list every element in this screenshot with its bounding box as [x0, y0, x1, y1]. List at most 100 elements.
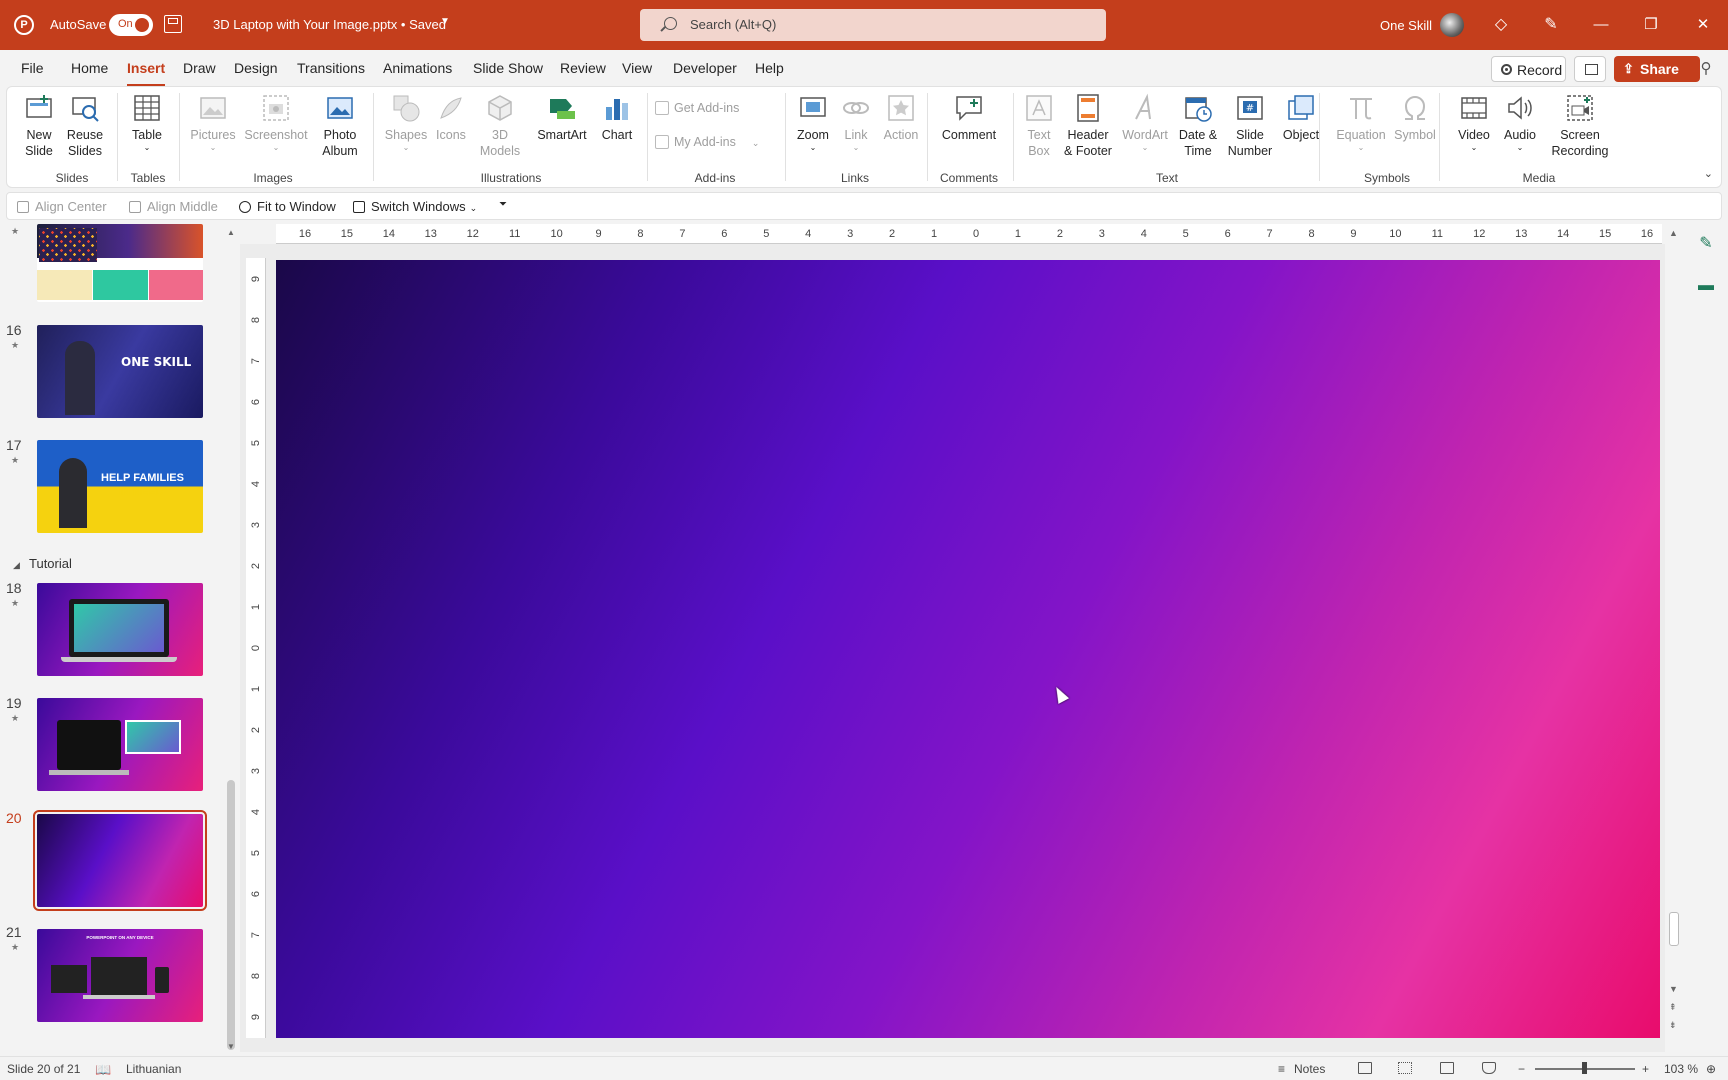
slide-scrollbar[interactable]: ▲ ▼ ⇞ ⇟	[1665, 224, 1683, 1056]
slide-thumbnail-19[interactable]	[37, 698, 203, 791]
pen-icon[interactable]: ✎	[1540, 14, 1562, 36]
thumbnail-scrollbar[interactable]: ▲ ▼	[224, 224, 238, 1056]
screenshot-button[interactable]: Screenshot ⌄	[243, 91, 309, 153]
tab-help[interactable]: Help	[755, 60, 784, 76]
save-icon[interactable]	[164, 15, 182, 33]
scrollbar-thumb[interactable]	[1669, 912, 1679, 946]
align-middle-button[interactable]: Align Middle	[129, 199, 218, 214]
zoom-slider-thumb[interactable]	[1582, 1062, 1587, 1074]
text-box-label-2: Box	[1028, 144, 1050, 158]
restore-button[interactable]: ❐	[1636, 12, 1666, 38]
share-button[interactable]: ⇪ Share	[1614, 56, 1700, 82]
symbol-button[interactable]: Symbol	[1391, 91, 1439, 143]
comment-button[interactable]: Comment	[935, 91, 1003, 143]
tab-home[interactable]: Home	[71, 60, 108, 76]
shapes-button[interactable]: Shapes ⌄	[383, 91, 429, 153]
slide-thumbnail-16[interactable]: ONE SKILL	[37, 325, 203, 418]
zoom-level[interactable]: 103 %	[1664, 1062, 1698, 1076]
slide-number-button[interactable]: # Slide Number	[1225, 91, 1275, 159]
normal-view-icon[interactable]	[1358, 1062, 1372, 1074]
my-add-ins-button[interactable]: My Add-ins ⌄	[655, 135, 759, 149]
tab-draw[interactable]: Draw	[183, 60, 216, 76]
zoom-out-icon[interactable]: −	[1518, 1062, 1525, 1076]
search-input[interactable]: Search (Alt+Q)	[690, 17, 776, 32]
table-button[interactable]: Table ⌄	[127, 91, 167, 153]
diamond-icon[interactable]: ◇	[1490, 14, 1512, 36]
tab-view[interactable]: View	[622, 60, 652, 76]
action-button[interactable]: Action	[879, 91, 923, 143]
fit-to-window-button[interactable]: Fit to Window	[239, 199, 336, 214]
customize-toolbar-icon[interactable]: ⏷	[499, 199, 507, 210]
get-add-ins-button[interactable]: Get Add-ins	[655, 101, 739, 115]
language-indicator[interactable]: Lithuanian	[126, 1062, 181, 1076]
scroll-up-icon[interactable]: ▲	[227, 228, 235, 237]
zoom-in-icon[interactable]: +	[1642, 1062, 1649, 1076]
scrollbar-thumb[interactable]	[227, 780, 235, 1050]
scroll-up-icon[interactable]: ▲	[1669, 228, 1678, 238]
date-time-button[interactable]: Date & Time	[1175, 91, 1221, 159]
slideshow-icon[interactable]	[1482, 1062, 1496, 1074]
screen-recording-button[interactable]: Screen Recording	[1547, 91, 1613, 159]
tab-insert[interactable]: Insert	[127, 60, 166, 87]
link-button[interactable]: Link ⌄	[837, 91, 875, 153]
minimize-button[interactable]: —	[1586, 12, 1616, 38]
next-slide-icon[interactable]: ⇟	[1669, 1020, 1677, 1031]
record-button[interactable]: Record	[1491, 56, 1566, 82]
coauthor-icon[interactable]: ⚲	[1696, 59, 1716, 79]
notes-button[interactable]: Notes	[1294, 1062, 1325, 1076]
chevron-down-icon[interactable]: ▼	[440, 16, 450, 27]
zoom-button[interactable]: Zoom ⌄	[793, 91, 833, 153]
slide-sorter-icon[interactable]	[1398, 1062, 1412, 1074]
header-footer-button[interactable]: Header & Footer	[1061, 91, 1115, 159]
document-title[interactable]: 3D Laptop with Your Image.pptx • Saved	[213, 17, 446, 32]
comments-button[interactable]	[1574, 56, 1606, 82]
new-slide-button[interactable]: New Slide	[19, 91, 59, 159]
spelling-icon[interactable]: 📖	[95, 1062, 111, 1078]
scroll-down-icon[interactable]: ▼	[1669, 984, 1678, 994]
wordart-button[interactable]: WordArt ⌄	[1119, 91, 1171, 153]
reading-view-icon[interactable]	[1440, 1062, 1454, 1074]
tab-animations[interactable]: Animations	[383, 60, 452, 76]
search-box[interactable]: Search (Alt+Q)	[640, 9, 1106, 41]
icons-button[interactable]: Icons	[431, 91, 471, 143]
autosave-toggle[interactable]: On	[109, 14, 153, 36]
slide-thumbnail-17[interactable]: HELP FAMILIES IN NEED	[37, 440, 203, 533]
previous-slide-icon[interactable]: ⇞	[1669, 1002, 1677, 1013]
collapse-section-icon[interactable]: ◢	[13, 560, 20, 571]
slide-thumbnail-20[interactable]	[33, 810, 207, 911]
tab-transitions[interactable]: Transitions	[297, 60, 365, 76]
slide-thumbnail-21[interactable]: POWERPOINT ON ANY DEVICE	[37, 929, 203, 1022]
avatar[interactable]	[1440, 13, 1464, 37]
slide-thumbnail-15[interactable]	[37, 224, 203, 302]
equation-button[interactable]: Equation ⌄	[1333, 91, 1389, 153]
designer-icon[interactable]: ✎	[1694, 232, 1718, 256]
close-button[interactable]: ✕	[1688, 12, 1718, 38]
text-box-button[interactable]: Text Box	[1019, 91, 1059, 159]
reuse-slides-button[interactable]: Reuse Slides	[63, 91, 107, 159]
ruler-tick-label: 9	[250, 1014, 262, 1021]
object-button[interactable]: Object	[1277, 91, 1325, 143]
current-slide[interactable]	[276, 260, 1660, 1038]
pictures-button[interactable]: Pictures ⌄	[187, 91, 239, 153]
smartart-button[interactable]: SmartArt	[533, 91, 591, 143]
user-name[interactable]: One Skill	[1380, 18, 1432, 33]
3d-models-button[interactable]: 3D Models	[477, 91, 523, 159]
fit-slide-icon[interactable]: ⊕	[1706, 1062, 1716, 1076]
tab-design[interactable]: Design	[234, 60, 278, 76]
tab-developer[interactable]: Developer	[673, 60, 737, 76]
align-center-button[interactable]: Align Center	[17, 199, 107, 214]
ruler-tick-label: 7	[679, 228, 686, 240]
section-label-tutorial[interactable]: Tutorial	[29, 556, 72, 571]
switch-windows-button[interactable]: Switch Windows ⌄	[353, 199, 477, 214]
tab-review[interactable]: Review	[560, 60, 606, 76]
photo-album-button[interactable]: Photo Album	[313, 91, 367, 159]
tab-file[interactable]: File	[21, 60, 44, 76]
collapse-ribbon-icon[interactable]: ⌄	[1704, 167, 1713, 180]
video-button[interactable]: Video ⌄	[1453, 91, 1495, 153]
audio-button[interactable]: Audio ⌄	[1499, 91, 1541, 153]
tab-slide-show[interactable]: Slide Show	[473, 60, 543, 76]
chart-button[interactable]: Chart	[595, 91, 639, 143]
slide-thumbnail-18[interactable]	[37, 583, 203, 676]
add-in-pane-icon[interactable]: ▬	[1694, 274, 1718, 298]
scroll-down-icon[interactable]: ▼	[227, 1042, 235, 1051]
